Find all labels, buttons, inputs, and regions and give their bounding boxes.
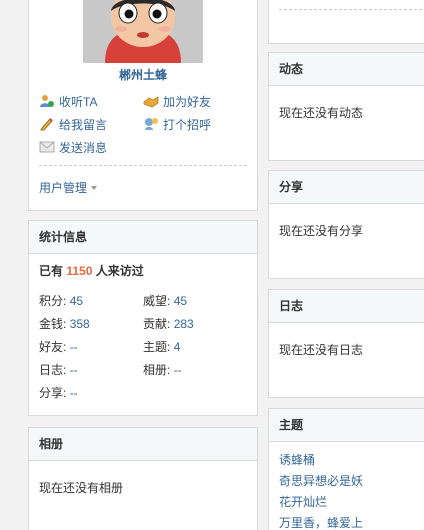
stat-albums: 相册: -- <box>143 362 253 378</box>
visits-suffix: 人来访过 <box>95 264 144 278</box>
stat-label: 积分: <box>39 294 67 308</box>
stat-logs: 日志: -- <box>39 362 143 378</box>
stat-value[interactable]: 45 <box>174 294 187 308</box>
stat-label: 日志: <box>39 363 67 377</box>
album-title: 相册 <box>29 428 257 461</box>
dynamic-empty-text: 现在还没有动态 <box>279 106 364 120</box>
dynamic-panel: 动态 现在还没有动态 <box>268 52 424 161</box>
stat-value[interactable]: 4 <box>174 340 181 354</box>
topic-list: 诱蜂桶 奇思异想必是妖 花开灿烂 万里香，蜂爱上 <box>269 442 424 530</box>
share-empty-text: 现在还没有分享 <box>279 224 364 238</box>
send-message-label: 发送消息 <box>59 140 108 155</box>
visits-summary: 已有 1150 人来访过 <box>29 254 257 279</box>
stat-label: 主题: <box>143 340 171 354</box>
visits-prefix: 已有 <box>39 264 64 278</box>
topic-title: 主题 <box>269 409 424 442</box>
caret-down-icon <box>91 185 98 190</box>
share-title: 分享 <box>269 171 424 204</box>
add-friend-link[interactable]: 加为好友 <box>143 93 253 109</box>
share-panel: 分享 现在还没有分享 <box>268 170 424 279</box>
greet-icon <box>143 117 159 131</box>
stat-contribution: 贡献: 283 <box>143 316 253 332</box>
stat-value[interactable]: -- <box>70 386 78 400</box>
stat-value[interactable]: 358 <box>70 317 90 331</box>
divider <box>39 165 247 166</box>
profile-actions: 收听TA 加为好友 给我留言 打个招呼 发送消息 <box>39 93 257 155</box>
leave-message-link[interactable]: 给我留言 <box>39 116 143 132</box>
stat-label: 相册: <box>143 363 171 377</box>
stats-grid: 积分: 45 威望: 45 金钱: 358 贡献: 283 好友: -- 主题:… <box>29 279 257 401</box>
stat-value[interactable]: -- <box>70 340 78 354</box>
album-empty-text: 现在还没有相册 <box>39 481 124 495</box>
stats-panel: 统计信息 已有 1150 人来访过 积分: 45 威望: 45 金钱: 358 … <box>28 220 258 416</box>
stat-label: 威望: <box>143 294 171 308</box>
stat-prestige: 威望: 45 <box>143 293 253 309</box>
stat-label: 贡献: <box>143 317 171 331</box>
stat-label: 好友: <box>39 340 67 354</box>
topic-link[interactable]: 诱蜂桶 <box>279 450 424 471</box>
add-friend-label: 加为好友 <box>163 94 212 109</box>
right-top-panel <box>268 0 424 44</box>
visits-count: 1150 <box>66 264 93 278</box>
follow-link[interactable]: 收听TA <box>39 93 143 109</box>
envelope-icon <box>39 140 55 154</box>
user-manage-dropdown[interactable]: 用户管理 <box>39 179 257 196</box>
log-panel: 日志 现在还没有日志 <box>268 289 424 398</box>
topic-link[interactable]: 花开灿烂 <box>279 492 424 513</box>
log-title: 日志 <box>269 290 424 323</box>
dynamic-title: 动态 <box>269 53 424 86</box>
username[interactable]: 郴州土蜂 <box>29 66 257 83</box>
stats-title: 统计信息 <box>29 221 257 254</box>
stat-value[interactable]: 45 <box>70 294 83 308</box>
follow-icon <box>39 94 55 108</box>
user-manage-label: 用户管理 <box>39 181 88 195</box>
stat-friends: 好友: -- <box>39 339 143 355</box>
send-message-link[interactable]: 发送消息 <box>39 139 143 155</box>
greet-link[interactable]: 打个招呼 <box>143 116 253 132</box>
topic-panel: 主题 诱蜂桶 奇思异想必是妖 花开灿烂 万里香，蜂爱上 <box>268 408 424 530</box>
divider <box>279 9 424 10</box>
log-empty-text: 现在还没有日志 <box>279 343 364 357</box>
stat-value[interactable]: -- <box>70 363 78 377</box>
stat-label: 分享: <box>39 386 67 400</box>
leave-message-label: 给我留言 <box>59 117 108 132</box>
stat-value[interactable]: 283 <box>174 317 194 331</box>
topic-link[interactable]: 奇思异想必是妖 <box>279 471 424 492</box>
stat-topics: 主题: 4 <box>143 339 253 355</box>
profile-card: 郴州土蜂 收听TA 加为好友 给我留言 打个招呼 发送消息 用户管理 <box>28 0 258 211</box>
stat-money: 金钱: 358 <box>39 316 143 332</box>
avatar[interactable] <box>83 0 203 63</box>
greet-label: 打个招呼 <box>163 117 212 132</box>
stat-points: 积分: 45 <box>39 293 143 309</box>
add-friend-icon <box>143 94 159 108</box>
follow-label: 收听TA <box>59 94 98 109</box>
stat-value[interactable]: -- <box>174 363 182 377</box>
topic-link[interactable]: 万里香，蜂爱上 <box>279 513 424 530</box>
pencil-icon <box>39 117 55 131</box>
stat-shares: 分享: -- <box>39 385 143 401</box>
stat-label: 金钱: <box>39 317 67 331</box>
album-panel: 相册 现在还没有相册 <box>28 427 258 530</box>
